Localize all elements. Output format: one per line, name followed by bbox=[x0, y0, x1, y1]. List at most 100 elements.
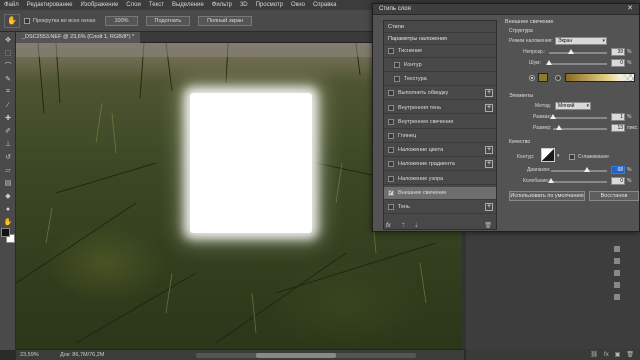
hand-icon[interactable]: ✋ bbox=[4, 13, 20, 28]
menu-select[interactable]: Выделение bbox=[172, 2, 204, 8]
add-instance-icon[interactable]: + bbox=[485, 146, 493, 155]
spread-slider[interactable] bbox=[550, 114, 607, 119]
link-icon[interactable]: ⛓ bbox=[590, 351, 598, 358]
contour-picker[interactable] bbox=[541, 148, 555, 162]
opacity-field[interactable]: 39 bbox=[611, 48, 625, 56]
gradient-picker[interactable] bbox=[565, 73, 635, 82]
glow-color-swatch[interactable] bbox=[538, 73, 548, 82]
opacity-slider-knob[interactable] bbox=[568, 49, 574, 54]
opacity-slider[interactable] bbox=[549, 49, 607, 54]
style-checkbox[interactable] bbox=[388, 104, 394, 111]
menu-file[interactable]: Файл bbox=[4, 2, 19, 8]
style-item[interactable]: Внутреннее свечение bbox=[384, 116, 496, 129]
style-checkbox[interactable]: ✓ bbox=[388, 189, 394, 196]
blending-options-item[interactable]: Параметры наложения bbox=[384, 33, 496, 45]
horizontal-scrollbar[interactable] bbox=[196, 353, 416, 358]
gradient-radio[interactable] bbox=[555, 75, 561, 81]
menu-window[interactable]: Окно bbox=[291, 2, 305, 8]
add-instance-icon[interactable]: + bbox=[485, 160, 493, 169]
quick-select-tool-icon[interactable]: ✎ bbox=[2, 74, 14, 84]
scrollbar-thumb[interactable] bbox=[256, 353, 336, 358]
scroll-all-checkbox[interactable] bbox=[24, 17, 30, 24]
jitter-field[interactable]: 0 bbox=[611, 177, 625, 185]
fill-screen-button[interactable]: Полный экран bbox=[198, 15, 253, 26]
style-item[interactable]: Наложение узора bbox=[384, 173, 496, 186]
style-checkbox[interactable] bbox=[388, 118, 394, 125]
menu-3d[interactable]: 3D bbox=[240, 2, 248, 8]
range-field[interactable]: 68 bbox=[611, 166, 625, 174]
blur-tool-icon[interactable]: ◆ bbox=[2, 191, 14, 201]
menu-type[interactable]: Текст bbox=[149, 2, 164, 8]
style-item[interactable]: Внутренняя тень + bbox=[384, 102, 496, 115]
menu-view[interactable]: Просмотр bbox=[256, 2, 283, 8]
zoom-level[interactable]: 23,59% bbox=[20, 352, 54, 358]
blend-mode-select[interactable]: Экран ▾ bbox=[555, 37, 607, 45]
eyedropper-tool-icon[interactable]: ⁄ bbox=[2, 100, 14, 110]
style-checkbox[interactable] bbox=[394, 61, 400, 68]
panel-icon[interactable] bbox=[614, 282, 620, 288]
brush-tool-icon[interactable]: ✐ bbox=[2, 126, 14, 136]
menu-layers[interactable]: Слои bbox=[126, 2, 141, 8]
range-slider-knob[interactable] bbox=[584, 167, 590, 172]
panel-icon[interactable] bbox=[614, 294, 620, 300]
style-checkbox[interactable] bbox=[388, 161, 394, 168]
hand-tool-icon[interactable]: ✋ bbox=[2, 217, 14, 227]
gradient-tool-icon[interactable]: ▤ bbox=[2, 178, 14, 188]
antialias-checkbox[interactable] bbox=[569, 154, 575, 160]
menu-image[interactable]: Изображение bbox=[80, 2, 118, 8]
fx-icon[interactable]: fx bbox=[386, 223, 391, 229]
style-item[interactable]: Выполнить обводку + bbox=[384, 88, 496, 101]
style-item[interactable]: Текстура bbox=[384, 73, 496, 86]
noise-slider[interactable] bbox=[546, 60, 607, 65]
dodge-tool-icon[interactable]: ● bbox=[2, 204, 14, 214]
menu-help[interactable]: Справка bbox=[313, 2, 337, 8]
eraser-tool-icon[interactable]: ▱ bbox=[2, 165, 14, 175]
style-item[interactable]: Контур bbox=[384, 59, 496, 72]
menu-edit[interactable]: Редактирование bbox=[27, 2, 73, 8]
make-default-button[interactable]: Использовать по умолчанию bbox=[509, 191, 585, 201]
style-item[interactable]: Наложение цвета + bbox=[384, 144, 496, 157]
style-checkbox[interactable] bbox=[394, 76, 400, 83]
color-radio[interactable] bbox=[529, 75, 535, 81]
noise-slider-knob[interactable] bbox=[546, 60, 552, 65]
stamp-tool-icon[interactable]: ⊥ bbox=[2, 139, 14, 149]
lasso-tool-icon[interactable]: ⌒ bbox=[2, 61, 14, 71]
crop-tool-icon[interactable]: ⌗ bbox=[2, 87, 14, 97]
add-instance-icon[interactable]: + bbox=[485, 89, 493, 98]
jitter-slider[interactable] bbox=[548, 178, 607, 183]
trash-icon[interactable]: 🗑 bbox=[626, 351, 634, 358]
move-down-icon[interactable]: ⇣ bbox=[414, 222, 419, 229]
healing-tool-icon[interactable]: ✚ bbox=[2, 113, 14, 123]
styles-heading[interactable]: Стили bbox=[384, 21, 496, 33]
dialog-title-bar[interactable]: Стиль слоя ✕ bbox=[373, 4, 639, 15]
style-item[interactable]: Наложение градиента + bbox=[384, 159, 496, 172]
document-tab[interactable]: _DSC2553.NEF @ 23,6% (Слой 1, RGB/8*) * bbox=[16, 32, 141, 43]
spread-slider-knob[interactable] bbox=[550, 114, 556, 119]
panel-icon[interactable] bbox=[614, 246, 620, 252]
panel-icon[interactable] bbox=[614, 258, 620, 264]
style-checkbox[interactable] bbox=[388, 203, 394, 210]
close-icon[interactable]: ✕ bbox=[625, 5, 635, 13]
style-checkbox[interactable] bbox=[388, 90, 394, 97]
add-instance-icon[interactable]: + bbox=[485, 202, 493, 211]
method-select[interactable]: Мягкий ▾ bbox=[555, 102, 591, 110]
menu-filter[interactable]: Фильтр bbox=[212, 2, 232, 8]
fx-icon[interactable]: fx bbox=[604, 352, 609, 358]
style-item[interactable]: Тиснение bbox=[384, 45, 496, 58]
size-slider-knob[interactable] bbox=[556, 125, 562, 130]
style-checkbox[interactable] bbox=[388, 147, 394, 154]
new-layer-icon[interactable]: ▣ bbox=[615, 351, 621, 358]
style-checkbox[interactable] bbox=[388, 175, 394, 182]
size-slider[interactable] bbox=[553, 125, 607, 130]
style-item[interactable]: Глянец bbox=[384, 130, 496, 143]
noise-field[interactable]: 0 bbox=[611, 59, 625, 67]
foreground-color-swatch[interactable] bbox=[1, 228, 10, 237]
panel-icon[interactable] bbox=[614, 270, 620, 276]
style-checkbox[interactable] bbox=[388, 132, 394, 139]
glowing-layer-rectangle[interactable] bbox=[190, 93, 312, 233]
style-item[interactable]: ✓ Внешнее свечение bbox=[384, 187, 496, 200]
style-item[interactable]: Тень + bbox=[384, 201, 496, 214]
style-checkbox[interactable] bbox=[388, 47, 394, 54]
move-tool-icon[interactable]: ✥ bbox=[2, 35, 14, 45]
chevron-down-icon[interactable]: ▾ bbox=[557, 153, 560, 159]
